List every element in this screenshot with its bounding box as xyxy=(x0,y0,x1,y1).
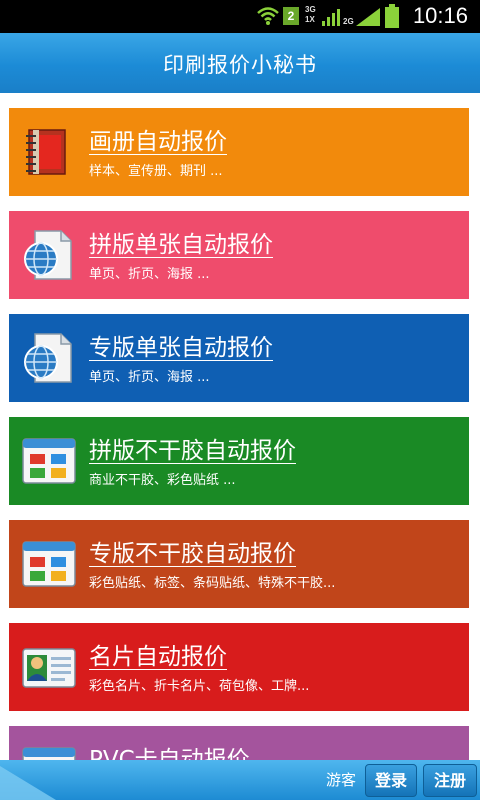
globe-document-icon xyxy=(24,333,72,383)
menu-item-subtitle: 彩色名片、折卡名片、荷包像、工牌... xyxy=(89,679,310,694)
network-type-label: 3G 1X xyxy=(305,5,316,24)
bottom-bar: 游客 登录 注册 xyxy=(0,760,480,800)
window-tiles-icon xyxy=(22,747,76,760)
menu-item-combined-sticker-quote[interactable]: 拼版不干胶自动报价 商业不干胶、彩色贴纸 ... xyxy=(9,417,469,505)
menu-item-title: PVC卡自动报价 xyxy=(89,747,250,760)
menu-item-dedicated-sheet-quote[interactable]: 专版单张自动报价 单页、折页、海报 ... xyxy=(9,314,469,402)
signal-strength-2-icon xyxy=(356,8,380,26)
menu-item-business-card-quote[interactable]: 名片自动报价 彩色名片、折卡名片、荷包像、工牌... xyxy=(9,623,469,711)
notebook-icon xyxy=(26,129,66,175)
menu-item-title: 专版单张自动报价 xyxy=(89,335,273,361)
network-2g-label: 2G xyxy=(343,17,354,26)
register-button[interactable]: 注册 xyxy=(423,764,477,797)
notification-badge: 2 xyxy=(283,7,299,25)
menu-item-album-quote[interactable]: 画册自动报价 样本、宣传册、期刊 ... xyxy=(9,108,469,196)
battery-icon xyxy=(385,4,399,28)
title-bar: 印刷报价小秘书 xyxy=(0,33,480,93)
globe-document-icon xyxy=(24,230,72,280)
menu-item-title: 拼版单张自动报价 xyxy=(89,232,273,258)
menu-item-subtitle: 商业不干胶、彩色贴纸 ... xyxy=(89,473,236,488)
business-card-icon xyxy=(22,648,76,688)
menu-item-subtitle: 单页、折页、海报 ... xyxy=(89,370,210,385)
menu-item-subtitle: 单页、折页、海报 ... xyxy=(89,267,210,282)
window-tiles-icon xyxy=(22,541,76,587)
corner-decoration-icon xyxy=(0,766,56,800)
signal-strength-icon xyxy=(322,9,340,26)
wifi-icon xyxy=(257,7,279,25)
page-title: 印刷报价小秘书 xyxy=(163,53,317,77)
window-tiles-icon xyxy=(22,438,76,484)
status-bar: 2 3G 1X 2G 10:16 xyxy=(0,0,480,33)
status-clock: 10:16 xyxy=(412,3,468,28)
menu-item-title: 名片自动报价 xyxy=(89,644,227,670)
login-button[interactable]: 登录 xyxy=(365,764,417,797)
menu-item-pvc-card-quote[interactable]: PVC卡自动报价 xyxy=(9,726,469,760)
quote-menu-list[interactable]: 画册自动报价 样本、宣传册、期刊 ... 拼版单张自动报价 单页、折页、海报 .… xyxy=(0,93,480,760)
menu-item-dedicated-sticker-quote[interactable]: 专版不干胶自动报价 彩色贴纸、标签、条码贴纸、特殊不干胶... xyxy=(9,520,469,608)
menu-item-title: 拼版不干胶自动报价 xyxy=(89,438,296,464)
menu-item-combined-sheet-quote[interactable]: 拼版单张自动报价 单页、折页、海报 ... xyxy=(9,211,469,299)
menu-item-title: 专版不干胶自动报价 xyxy=(89,541,296,567)
guest-label: 游客 xyxy=(326,771,357,789)
menu-item-subtitle: 彩色贴纸、标签、条码贴纸、特殊不干胶... xyxy=(89,576,336,591)
menu-item-title: 画册自动报价 xyxy=(89,129,227,155)
menu-item-subtitle: 样本、宣传册、期刊 ... xyxy=(89,164,223,179)
